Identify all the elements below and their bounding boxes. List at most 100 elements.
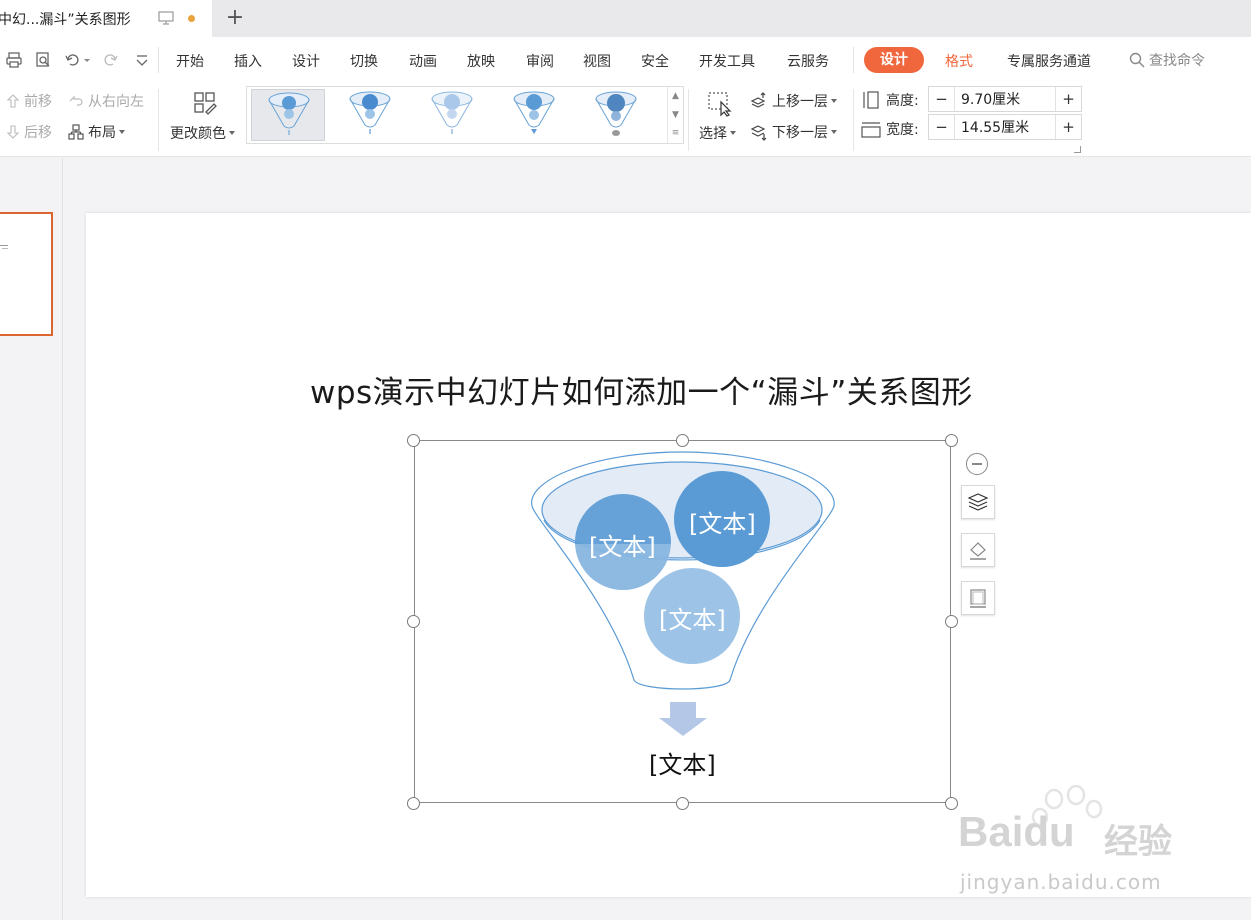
arrow-up-icon [6, 94, 20, 108]
bring-forward-button[interactable]: 上移一层 [750, 91, 837, 111]
change-color-icon [194, 92, 217, 115]
document-tab[interactable]: 中幻...漏斗”关系图形 [0, 0, 212, 37]
scroll-up-icon[interactable]: ▲ [668, 87, 683, 106]
resize-handle-w[interactable] [407, 615, 420, 628]
select-icon [708, 92, 732, 117]
height-input[interactable] [955, 87, 1055, 111]
chevron-down-icon [229, 131, 235, 135]
customize-toolbar-icon[interactable] [133, 51, 151, 69]
style-thumbnail[interactable] [251, 89, 325, 141]
width-input[interactable] [955, 115, 1055, 139]
menu-design-tab[interactable]: 设计 [292, 51, 320, 71]
height-label-wrap: 高度: [861, 90, 919, 110]
layers-icon [967, 493, 989, 511]
layout-label: 布局 [88, 125, 116, 141]
right-to-left-button[interactable]: 从右向左 [68, 91, 144, 111]
select-label-wrap: 选择 [699, 123, 736, 143]
layout-icon [68, 124, 84, 140]
smartart-style-gallery: ▲ ▼ ≡ [246, 86, 684, 144]
resize-handle-s[interactable] [676, 797, 689, 810]
funnel-style-icon [268, 92, 310, 135]
new-tab-button[interactable]: + [224, 6, 246, 30]
height-decrease-button[interactable]: − [929, 87, 955, 111]
move-forward-button[interactable]: 前移 [6, 91, 52, 111]
menu-home[interactable]: 开始 [176, 51, 204, 71]
width-stepper[interactable]: − + [928, 114, 1082, 140]
height-increase-button[interactable]: + [1055, 87, 1081, 111]
funnel-style-icon [349, 91, 391, 134]
menu-animation[interactable]: 动画 [409, 51, 437, 71]
width-decrease-button[interactable]: − [929, 115, 955, 139]
fill-options-button[interactable] [961, 533, 995, 567]
style-thumbnail[interactable] [415, 89, 489, 141]
print-icon[interactable] [5, 51, 23, 69]
arrow-down-icon [6, 125, 20, 139]
presentation-icon [158, 11, 174, 25]
watermark-brand-du: du [1023, 808, 1075, 855]
search-command[interactable]: 查找命令 [1129, 50, 1205, 70]
ribbon-toolbar: 前移 后移 从右向左 布局 更改颜色 ▲ ▼ ≡ 选择 上移一层 下移一层 高度… [0, 83, 1251, 157]
menu-developer[interactable]: 开发工具 [699, 51, 755, 71]
gallery-scrollbar[interactable]: ▲ ▼ ≡ [667, 87, 683, 143]
gallery-expand-icon[interactable]: ≡ [668, 124, 683, 143]
send-backward-icon [750, 125, 767, 141]
height-stepper[interactable]: − + [928, 86, 1082, 112]
search-icon [1129, 52, 1145, 68]
outline-icon [970, 589, 986, 608]
watermark-url: jingyan.baidu.com [960, 870, 1162, 894]
menu-exclusive-service[interactable]: 专属服务通道 [1007, 51, 1091, 71]
menu-format[interactable]: 格式 [945, 51, 973, 71]
send-backward-button[interactable]: 下移一层 [750, 122, 837, 142]
menu-smartart-design[interactable]: 设计 [864, 47, 924, 73]
funnel-style-icon [513, 91, 555, 134]
style-thumbnail[interactable] [579, 89, 653, 141]
size-dialog-launcher-icon[interactable] [1074, 146, 1081, 153]
collapse-icon[interactable] [966, 453, 988, 475]
resize-handle-nw[interactable] [407, 434, 420, 447]
funnel-style-icon [431, 91, 473, 134]
resize-handle-se[interactable] [945, 797, 958, 810]
watermark-product: 经验 [1104, 822, 1172, 862]
right-to-left-label: 从右向左 [88, 94, 144, 110]
style-thumbnail[interactable] [497, 89, 571, 141]
scroll-down-icon[interactable]: ▼ [668, 106, 683, 125]
menu-review[interactable]: 审阅 [526, 51, 554, 71]
width-increase-button[interactable]: + [1055, 115, 1081, 139]
move-backward-label: 后移 [24, 125, 52, 141]
thumbnail-title-line [2, 248, 8, 249]
menu-transition[interactable]: 切换 [350, 51, 378, 71]
menu-slideshow[interactable]: 放映 [467, 51, 495, 71]
resize-handle-ne[interactable] [945, 434, 958, 447]
send-backward-label: 下移一层 [772, 125, 828, 141]
menu-divider [853, 47, 854, 73]
bring-forward-icon [750, 92, 766, 108]
redo-icon[interactable] [102, 51, 120, 69]
print-preview-icon[interactable] [34, 51, 52, 69]
menu-insert[interactable]: 插入 [234, 51, 262, 71]
layout-button[interactable]: 布局 [68, 122, 125, 142]
watermark-brand: Baidu [958, 808, 1075, 856]
search-command-label: 查找命令 [1149, 53, 1205, 69]
select-button[interactable]: 选择 [696, 89, 744, 149]
thumbnail-title-line [0, 245, 8, 246]
resize-handle-n[interactable] [676, 434, 689, 447]
bring-forward-label: 上移一层 [772, 94, 828, 110]
layer-options-button[interactable] [961, 485, 995, 519]
undo-icon[interactable] [64, 51, 92, 69]
ribbon-divider [158, 89, 159, 151]
menu-security[interactable]: 安全 [641, 51, 669, 71]
resize-handle-e[interactable] [945, 615, 958, 628]
move-forward-label: 前移 [24, 94, 52, 110]
document-tab-title: 中幻...漏斗”关系图形 [0, 11, 131, 28]
change-color-button[interactable]: 更改颜色 [166, 89, 242, 149]
move-backward-button[interactable]: 后移 [6, 122, 52, 142]
style-thumbnail[interactable] [333, 89, 407, 141]
resize-handle-sw[interactable] [407, 797, 420, 810]
menu-view[interactable]: 视图 [583, 51, 611, 71]
menu-cloud[interactable]: 云服务 [787, 51, 829, 71]
slide-thumbnail[interactable] [0, 212, 53, 336]
width-icon [861, 122, 881, 138]
slide-thumbnail-panel [0, 158, 63, 920]
outline-options-button[interactable] [961, 581, 995, 615]
slide-title[interactable]: wps演示中幻灯片如何添加一个“漏斗”关系图形 [310, 367, 973, 412]
